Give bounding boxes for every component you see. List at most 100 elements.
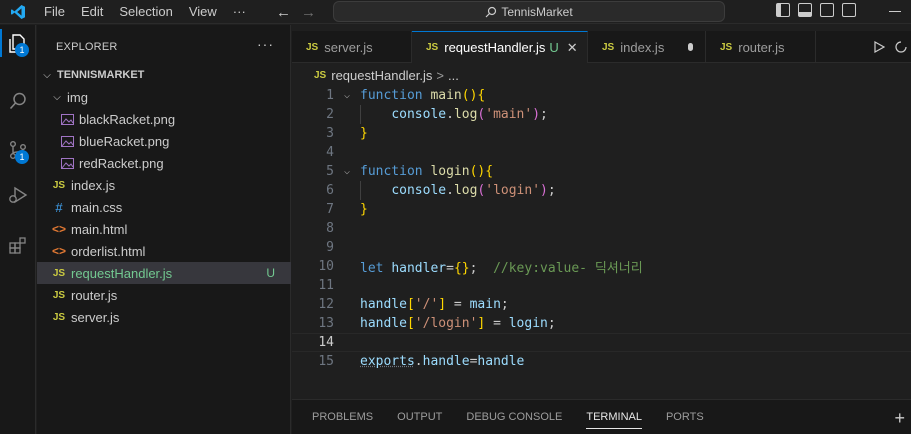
tree-label: orderlist.html <box>71 243 146 259</box>
close-icon[interactable]: ✕ <box>567 40 578 56</box>
tree-file[interactable]: blueRacket.png <box>37 130 291 152</box>
tab-label: index.js <box>620 39 665 55</box>
command-center-search[interactable]: TennisMarket <box>333 1 725 22</box>
tree-label: TENNISMARKET <box>57 69 145 81</box>
split-editor-icon[interactable] <box>895 41 907 53</box>
chevron-down-icon: ⌵ <box>53 91 61 103</box>
tree-file[interactable]: blackRacket.png <box>37 108 291 130</box>
toggle-secondary-sidebar-icon[interactable] <box>820 3 834 17</box>
source-control-activity[interactable]: 1 <box>0 132 36 168</box>
tab-index-js[interactable]: JS index.js <box>588 31 706 63</box>
tree-label: blackRacket.png <box>79 111 176 127</box>
chevron-down-icon: ⌵ <box>43 69 51 81</box>
css-file-icon: # <box>55 199 63 215</box>
back-arrow-icon[interactable]: ← <box>276 4 291 21</box>
line-number: 10 <box>318 259 334 274</box>
code-line: 15 exports.handle=handle <box>292 352 911 371</box>
tree-label: blueRacket.png <box>79 133 170 149</box>
line-number: 2 <box>326 107 334 122</box>
line-number: 13 <box>318 316 334 331</box>
javascript-file-icon: JS <box>426 42 439 53</box>
javascript-file-icon: JS <box>52 311 66 323</box>
tree-label: server.js <box>71 309 120 325</box>
forward-arrow-icon[interactable]: → <box>301 4 316 21</box>
toggle-panel-icon[interactable] <box>798 3 812 17</box>
tree-file[interactable]: <> main.html <box>37 218 291 240</box>
line-number: 9 <box>326 240 334 255</box>
code-line: 3 } <box>292 124 911 143</box>
line-number: 14 <box>318 335 334 350</box>
line-number: 11 <box>318 278 334 293</box>
code-line: 7 } <box>292 200 911 219</box>
code-line: 4 <box>292 143 911 162</box>
unsaved-dot-icon[interactable] <box>688 43 693 51</box>
line-number: 6 <box>326 183 334 198</box>
javascript-file-icon: JS <box>52 267 66 279</box>
explorer-more-icon[interactable]: ··· <box>257 36 274 52</box>
tree-file-selected[interactable]: JS requestHandler.js U <box>37 262 291 284</box>
line-number: 12 <box>318 297 334 312</box>
search-icon <box>9 92 26 110</box>
tree-file[interactable]: JS index.js <box>37 174 291 196</box>
customize-layout-icon[interactable] <box>842 3 856 17</box>
tab-label: requestHandler.js <box>444 40 546 55</box>
explorer-sidebar: EXPLORER ··· ⌵ TENNISMARKET ⌵ img blackR… <box>37 25 291 434</box>
title-bar: File Edit Selection View ··· ← → TennisM… <box>0 0 911 24</box>
line-number: 15 <box>318 354 334 369</box>
javascript-file-icon: JS <box>52 179 66 191</box>
tree-label: redRacket.png <box>79 155 164 171</box>
tree-file[interactable]: JS router.js <box>37 284 291 306</box>
panel-tab-debug-console[interactable]: DEBUG CONSOLE <box>466 400 562 434</box>
navigation-arrows: ← → <box>276 0 316 24</box>
run-play-icon[interactable] <box>873 41 885 53</box>
breadcrumb: JS requestHandler.js > ... <box>292 64 911 86</box>
panel-tab-problems[interactable]: PROBLEMS <box>312 400 373 434</box>
toggle-primary-sidebar-icon[interactable] <box>776 3 790 17</box>
menu-more[interactable]: ··· <box>225 0 254 24</box>
tree-folder-img[interactable]: ⌵ img <box>37 86 291 108</box>
javascript-file-icon: JS <box>52 289 66 301</box>
code-editor[interactable]: 1 ⌵ function main(){ 2 console.log('main… <box>292 86 911 398</box>
menu-file[interactable]: File <box>36 0 73 24</box>
menu-edit[interactable]: Edit <box>73 0 111 24</box>
tree-file[interactable]: JS server.js <box>37 306 291 328</box>
line-number: 1 <box>326 88 334 103</box>
fold-chevron-icon[interactable]: ⌵ <box>334 166 360 177</box>
tab-label: router.js <box>738 39 785 55</box>
breadcrumb-file[interactable]: requestHandler.js <box>331 68 432 83</box>
tree-file[interactable]: <> orderlist.html <box>37 240 291 262</box>
menu-view[interactable]: View <box>181 0 225 24</box>
tab-router-js[interactable]: JS router.js <box>706 31 816 63</box>
panel-tab-output[interactable]: OUTPUT <box>397 400 442 434</box>
breadcrumb-separator: > <box>436 67 444 83</box>
tree-file[interactable]: redRacket.png <box>37 152 291 174</box>
run-debug-activity[interactable] <box>0 177 36 213</box>
javascript-file-icon: JS <box>306 41 319 53</box>
source-control-badge: 1 <box>15 150 29 164</box>
fold-chevron-icon[interactable]: ⌵ <box>334 90 360 101</box>
menu-selection[interactable]: Selection <box>111 0 180 24</box>
tree-label: main.css <box>71 199 123 215</box>
panel-tab-terminal[interactable]: TERMINAL <box>586 400 642 434</box>
tree-file[interactable]: # main.css <box>37 196 291 218</box>
run-debug-icon <box>9 186 28 204</box>
editor-tabs: JS server.js JS requestHandler.js U ✕ JS… <box>292 31 911 63</box>
explorer-activity[interactable]: 1 <box>0 25 36 61</box>
panel-tab-ports[interactable]: PORTS <box>666 400 704 434</box>
tree-label: requestHandler.js <box>71 265 173 281</box>
extensions-activity[interactable] <box>0 227 36 263</box>
image-file-icon <box>59 113 75 125</box>
code-line: 5 ⌵ function login(){ <box>292 162 911 181</box>
tab-request-handler-js[interactable]: JS requestHandler.js U ✕ <box>412 31 588 63</box>
new-terminal-plus-icon[interactable]: + <box>894 408 905 429</box>
search-label: TennisMarket <box>501 4 573 19</box>
untracked-status-badge: U <box>266 266 275 280</box>
code-line: 9 <box>292 238 911 257</box>
search-activity[interactable] <box>0 83 36 119</box>
tree-root-folder[interactable]: ⌵ TENNISMARKET <box>37 64 291 86</box>
line-number: 4 <box>326 145 334 160</box>
tab-server-js[interactable]: JS server.js <box>292 31 412 63</box>
untracked-status-badge: U <box>549 40 559 55</box>
minimize-window-icon[interactable] <box>889 11 901 12</box>
breadcrumb-more[interactable]: ... <box>448 68 459 83</box>
